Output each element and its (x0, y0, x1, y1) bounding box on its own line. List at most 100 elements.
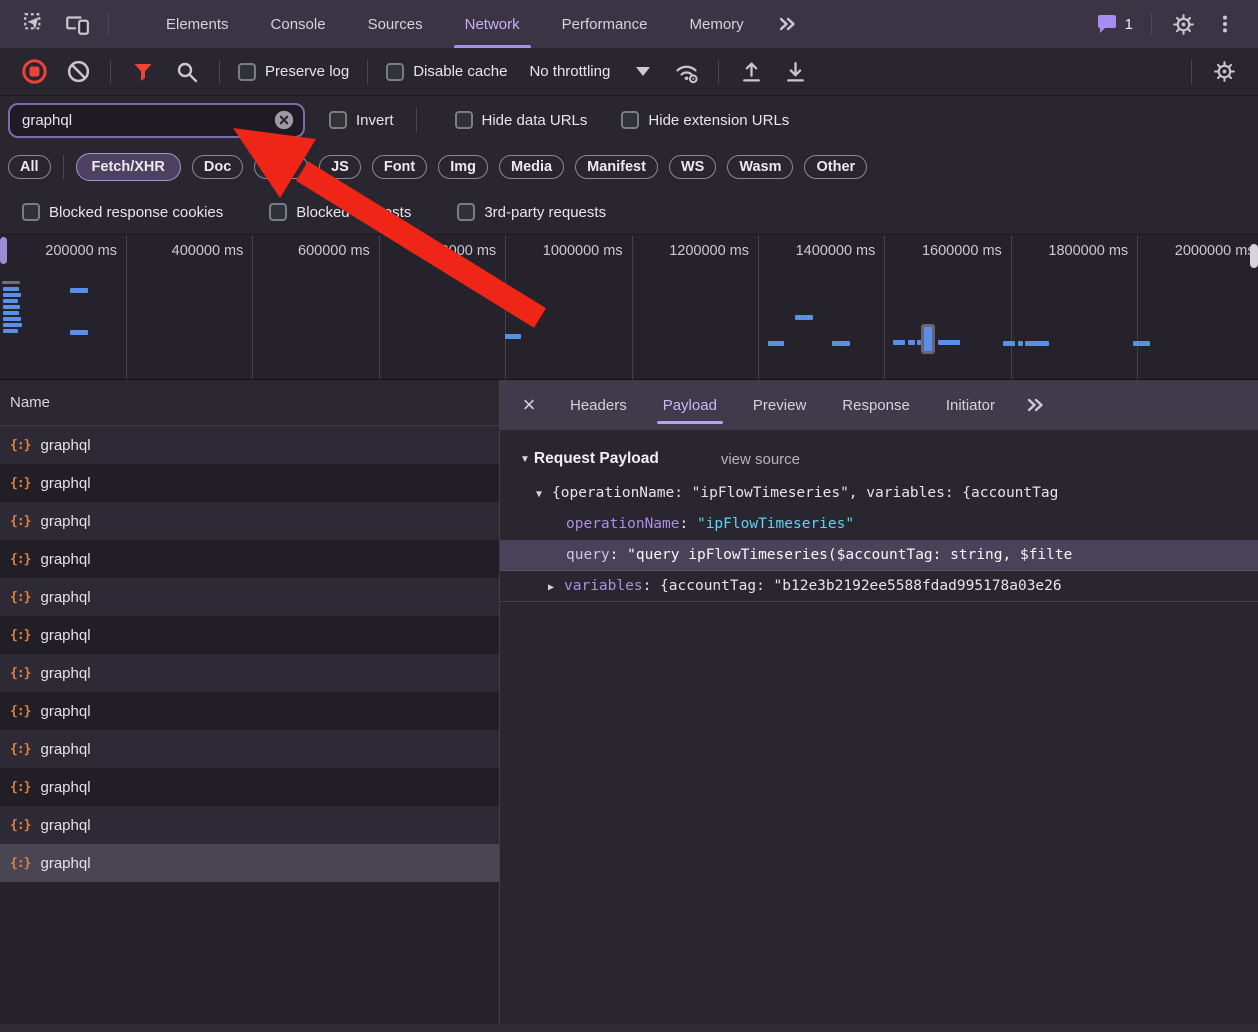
tab-memory[interactable]: Memory (669, 0, 765, 48)
waterfall-bar[interactable] (3, 317, 21, 321)
waterfall-bar[interactable] (3, 305, 20, 309)
clear-network-log-icon[interactable] (63, 57, 93, 87)
checkbox[interactable] (269, 203, 287, 221)
waterfall-bar[interactable] (3, 329, 18, 333)
search-icon[interactable] (172, 57, 202, 87)
waterfall-bar[interactable] (1025, 341, 1049, 346)
checkbox[interactable] (457, 203, 475, 221)
chip-js[interactable]: JS (319, 155, 361, 179)
inspect-element-icon[interactable] (20, 9, 50, 39)
chip-media[interactable]: Media (499, 155, 564, 179)
filter-input[interactable] (22, 112, 273, 129)
waterfall-bar[interactable] (70, 330, 88, 335)
settings-gear-icon[interactable] (1168, 9, 1198, 39)
filter-funnel-icon[interactable] (128, 57, 158, 87)
view-source-link[interactable]: view source (721, 451, 800, 468)
tab-performance[interactable]: Performance (541, 0, 669, 48)
network-request-row[interactable]: {:}graphql (0, 464, 499, 502)
waterfall-bar[interactable] (2, 281, 20, 284)
waterfall-bar[interactable] (3, 311, 19, 315)
tab-sources[interactable]: Sources (347, 0, 444, 48)
chip-fetch-xhr[interactable]: Fetch/XHR (76, 153, 181, 181)
blocked-response-cookies-checkbox[interactable]: Blocked response cookies (22, 203, 223, 221)
network-request-row[interactable]: {:}graphql (0, 768, 499, 806)
network-request-row[interactable]: {:}graphql (0, 844, 499, 882)
chip-wasm[interactable]: Wasm (727, 155, 793, 179)
chip-img[interactable]: Img (438, 155, 488, 179)
waterfall-bar[interactable] (768, 341, 784, 346)
waterfall-bar[interactable] (1003, 341, 1015, 346)
waterfall-bar[interactable] (938, 340, 960, 345)
collapse-triangle-icon[interactable]: ▼ (536, 479, 552, 509)
throttling-dropdown[interactable]: No throttling (529, 63, 650, 80)
network-request-row[interactable]: {:}graphql (0, 578, 499, 616)
invert-checkbox[interactable]: Invert (329, 111, 394, 129)
waterfall-bar[interactable] (908, 340, 915, 345)
overview-left-grip[interactable] (0, 237, 7, 264)
chip-font[interactable]: Font (372, 155, 427, 179)
chip-ws[interactable]: WS (669, 155, 716, 179)
waterfall-bar[interactable] (1133, 341, 1150, 346)
selected-request-marker[interactable] (921, 324, 935, 354)
detail-tab-response[interactable]: Response (824, 380, 928, 430)
payload-line-query[interactable]: query: "query ipFlowTimeseries($accountT… (500, 540, 1258, 571)
chip-manifest[interactable]: Manifest (575, 155, 658, 179)
chip-doc[interactable]: Doc (192, 155, 243, 179)
overview-right-grip[interactable] (1250, 244, 1258, 268)
network-request-row[interactable]: {:}graphql (0, 426, 499, 464)
network-request-row[interactable]: {:}graphql (0, 502, 499, 540)
network-settings-gear-icon[interactable] (1209, 57, 1239, 87)
network-conditions-icon[interactable] (671, 57, 701, 87)
chip-other[interactable]: Other (804, 155, 867, 179)
waterfall-bar[interactable] (1018, 341, 1023, 346)
payload-line-operationname[interactable]: operationName: "ipFlowTimeseries" (500, 509, 1258, 540)
checkbox[interactable] (455, 111, 473, 129)
name-column-header[interactable]: Name (0, 380, 499, 426)
waterfall-bar[interactable] (3, 293, 21, 297)
import-har-icon[interactable] (736, 57, 766, 87)
third-party-requests-checkbox[interactable]: 3rd-party requests (457, 203, 606, 221)
preserve-log-checkbox[interactable]: Preserve log (238, 63, 349, 81)
chip-css[interactable]: CSS (254, 155, 308, 179)
checkbox[interactable] (238, 63, 256, 81)
network-request-row[interactable]: {:}graphql (0, 616, 499, 654)
kebab-menu-icon[interactable] (1210, 9, 1240, 39)
waterfall-bar[interactable] (893, 340, 905, 345)
tab-elements[interactable]: Elements (145, 0, 250, 48)
expand-triangle-icon[interactable]: ▶ (548, 572, 564, 602)
waterfall-bar[interactable] (795, 315, 813, 320)
waterfall-bar[interactable] (3, 299, 18, 303)
network-request-row[interactable]: {:}graphql (0, 540, 499, 578)
waterfall-bar[interactable] (832, 341, 850, 346)
checkbox[interactable] (386, 63, 404, 81)
blocked-requests-checkbox[interactable]: Blocked requests (269, 203, 411, 221)
network-request-row[interactable]: {:}graphql (0, 730, 499, 768)
hide-data-urls-checkbox[interactable]: Hide data URLs (455, 111, 588, 129)
waterfall-bar[interactable] (3, 287, 19, 291)
tab-console[interactable]: Console (250, 0, 347, 48)
collapse-triangle-icon[interactable]: ▼ (520, 454, 530, 465)
waterfall-bar[interactable] (70, 288, 88, 293)
tab-network[interactable]: Network (444, 0, 541, 48)
waterfall-bar[interactable] (505, 334, 521, 339)
chip-all[interactable]: All (8, 155, 51, 179)
waterfall-bar[interactable] (3, 323, 22, 327)
detail-tab-initiator[interactable]: Initiator (928, 380, 1013, 430)
record-network-log-icon[interactable] (19, 57, 49, 87)
more-detail-tabs-icon[interactable] (1013, 393, 1057, 417)
device-toolbar-icon[interactable] (62, 9, 92, 39)
network-request-row[interactable]: {:}graphql (0, 654, 499, 692)
checkbox[interactable] (329, 111, 347, 129)
detail-tab-payload[interactable]: Payload (645, 380, 735, 430)
hide-extension-urls-checkbox[interactable]: Hide extension URLs (621, 111, 789, 129)
more-tabs-icon[interactable] (765, 12, 809, 36)
network-request-row[interactable]: {:}graphql (0, 692, 499, 730)
payload-root-line[interactable]: ▼{operationName: "ipFlowTimeseries", var… (500, 478, 1258, 509)
checkbox[interactable] (22, 203, 40, 221)
payload-line-variables[interactable]: ▶variables: {accountTag: "b12e3b2192ee55… (500, 571, 1258, 602)
disable-cache-checkbox[interactable]: Disable cache (386, 63, 507, 81)
clear-filter-icon[interactable] (273, 109, 295, 131)
close-icon[interactable]: × (512, 388, 546, 422)
issues-button[interactable]: 1 (1095, 12, 1133, 36)
export-har-icon[interactable] (780, 57, 810, 87)
